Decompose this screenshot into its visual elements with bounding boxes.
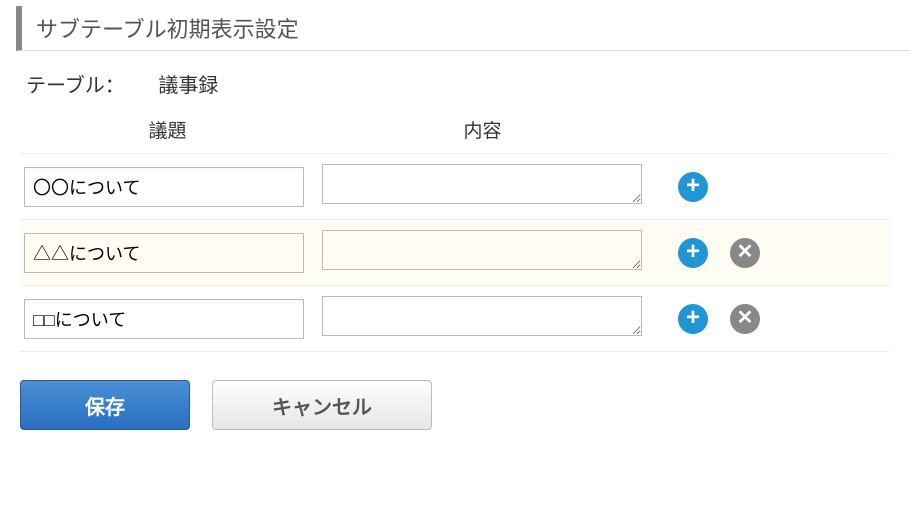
plus-icon: + [686,240,700,264]
cell-content [322,164,642,209]
close-icon: ✕ [737,308,754,328]
cancel-button[interactable]: キャンセル [212,380,432,430]
table-label-prefix: テーブル： [26,75,125,97]
column-header-content: 内容 [315,116,650,143]
column-headers: 議題 内容 [20,112,890,153]
page-title: サブテーブル初期表示設定 [16,6,910,51]
table-row: +✕ [20,219,890,285]
plus-icon: + [686,174,700,198]
agenda-input[interactable] [24,167,304,207]
content-textarea[interactable] [322,230,642,270]
table-row: + [20,153,890,219]
delete-row-button[interactable]: ✕ [730,304,760,334]
row-actions: +✕ [660,304,760,334]
table-row: +✕ [20,285,890,352]
cell-content [322,296,642,341]
content-textarea[interactable] [322,164,642,204]
table-name: 議事録 [158,75,218,97]
agenda-input[interactable] [24,299,304,339]
button-bar: 保存 キャンセル [20,380,890,430]
plus-icon: + [686,306,700,330]
cell-agenda [24,299,304,339]
add-row-button[interactable]: + [678,304,708,334]
settings-form: テーブル： 議事録 議題 内容 ++✕+✕ 保存 キャンセル [0,69,910,430]
table-label-row: テーブル： 議事録 [26,69,890,98]
close-icon: ✕ [737,242,754,262]
save-button[interactable]: 保存 [20,380,190,430]
content-textarea[interactable] [322,296,642,336]
subtable-grid: 議題 内容 ++✕+✕ [20,112,890,352]
add-row-button[interactable]: + [678,238,708,268]
column-header-agenda: 議題 [20,116,315,143]
page-title-text: サブテーブル初期表示設定 [36,17,299,42]
delete-row-button[interactable]: ✕ [730,238,760,268]
cell-agenda [24,167,304,207]
row-actions: + [660,172,708,202]
cell-content [322,230,642,275]
row-actions: +✕ [660,238,760,268]
add-row-button[interactable]: + [678,172,708,202]
agenda-input[interactable] [24,233,304,273]
cell-agenda [24,233,304,273]
